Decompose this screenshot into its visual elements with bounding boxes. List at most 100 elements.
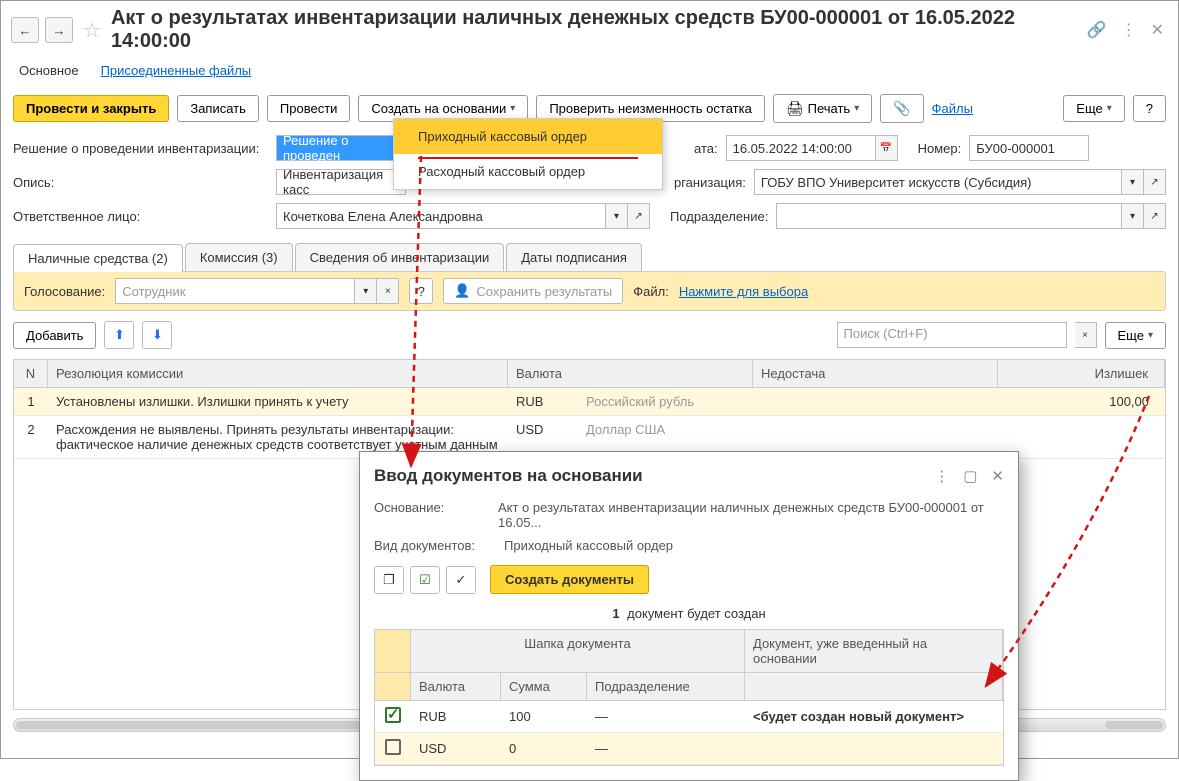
date-picker-icon[interactable]: 📅 bbox=[876, 135, 898, 161]
move-up-button[interactable]: ⬆ bbox=[104, 321, 134, 349]
org-select-icon[interactable]: ▾ bbox=[1122, 169, 1144, 195]
post-button[interactable]: Провести bbox=[267, 95, 351, 122]
cell-sum: 100 bbox=[501, 703, 587, 730]
inventory-label: Опись: bbox=[13, 175, 268, 190]
org-label: рганизация: bbox=[674, 175, 746, 190]
cell-short bbox=[753, 388, 998, 415]
help-button[interactable]: ? bbox=[1133, 95, 1166, 122]
dialog-title: Ввод документов на основании bbox=[374, 466, 934, 486]
table-search-input[interactable]: Поиск (Ctrl+F) bbox=[837, 322, 1067, 348]
files-link[interactable]: Файлы bbox=[932, 101, 973, 116]
org-input[interactable]: ГОБУ ВПО Университет искусств (Субсидия) bbox=[754, 169, 1122, 195]
check-all-button[interactable]: ☑ bbox=[410, 566, 440, 594]
dialog-maximize-icon[interactable]: ▢ bbox=[963, 467, 977, 485]
cell-doc: <будет создан новый документ> bbox=[745, 703, 1003, 730]
cell-res: Установлены излишки. Излишки принять к у… bbox=[48, 388, 508, 415]
col-department: Подразделение bbox=[587, 673, 745, 700]
doc-count: 1 bbox=[612, 606, 619, 621]
resp-label: Ответственное лицо: bbox=[13, 209, 268, 224]
col-n: N bbox=[14, 360, 48, 387]
date-input[interactable]: 16.05.2022 14:00:00 bbox=[726, 135, 876, 161]
resp-open-icon[interactable]: ↗ bbox=[628, 203, 650, 229]
number-input[interactable]: БУ00-000001 bbox=[969, 135, 1089, 161]
dialog-close-icon[interactable]: ✕ bbox=[991, 467, 1004, 485]
resp-input[interactable]: Кочеткова Елена Александровна bbox=[276, 203, 606, 229]
col-doc2 bbox=[745, 673, 1003, 700]
tab-sign-dates[interactable]: Даты подписания bbox=[506, 243, 642, 271]
attach-button[interactable] bbox=[880, 94, 923, 123]
save-results-button[interactable]: 👤 Сохранить результаты bbox=[443, 278, 623, 304]
page-title: Акт о результатах инвентаризации наличны… bbox=[111, 7, 1081, 53]
link-icon[interactable]: 🔗 bbox=[1087, 20, 1107, 40]
dialog-row[interactable]: USD 0 — bbox=[375, 733, 1003, 765]
menu-item-expense-order[interactable]: Расходный кассовый ордер bbox=[394, 154, 662, 189]
nav-forward-button[interactable]: → bbox=[45, 17, 73, 43]
print-button[interactable]: Печать bbox=[773, 94, 872, 123]
dept-input[interactable] bbox=[776, 203, 1122, 229]
col-resolution: Резолюция комиссии bbox=[48, 360, 508, 387]
vote-help-button[interactable]: ? bbox=[409, 278, 433, 304]
cell-surplus bbox=[998, 416, 1165, 458]
tab-cash[interactable]: Наличные средства (2) bbox=[13, 244, 183, 272]
search-clear-icon[interactable]: × bbox=[1075, 322, 1097, 348]
dept-label: Подразделение: bbox=[670, 209, 768, 224]
add-row-button[interactable]: Добавить bbox=[13, 322, 96, 349]
more-button[interactable]: Еще bbox=[1063, 95, 1124, 122]
col-check2 bbox=[375, 673, 411, 700]
dialog-table: Шапка документа Документ, уже введенный … bbox=[374, 629, 1004, 766]
table-row[interactable]: 1 Установлены излишки. Излишки принять к… bbox=[14, 388, 1165, 416]
row-checkbox[interactable] bbox=[385, 739, 401, 755]
vote-select-icon[interactable]: ▾ bbox=[355, 278, 377, 304]
tab-info[interactable]: Сведения об инвентаризации bbox=[295, 243, 505, 271]
post-and-close-button[interactable]: Провести и закрыть bbox=[13, 95, 169, 122]
print-label: Печать bbox=[808, 101, 851, 116]
table-more-button[interactable]: Еще bbox=[1105, 322, 1166, 349]
col-currency: Валюта bbox=[508, 360, 753, 387]
cell-n: 2 bbox=[14, 416, 48, 458]
date-label: ата: bbox=[694, 141, 718, 156]
col-check bbox=[375, 630, 411, 672]
annotation-underline bbox=[418, 157, 638, 159]
file-label: Файл: bbox=[633, 284, 669, 299]
cell-n: 1 bbox=[14, 388, 48, 415]
file-choose-link[interactable]: Нажмите для выбора bbox=[679, 284, 808, 299]
number-label: Номер: bbox=[918, 141, 962, 156]
org-open-icon[interactable]: ↗ bbox=[1144, 169, 1166, 195]
cell-dep: — bbox=[587, 735, 745, 762]
vote-employee-input[interactable]: Сотрудник bbox=[115, 278, 355, 304]
kebab-menu-icon[interactable]: ⋮ bbox=[1121, 20, 1137, 40]
create-docs-dialog: Ввод документов на основании ⋮ ▢ ✕ Основ… bbox=[359, 451, 1019, 781]
dialog-row[interactable]: RUB 100 — <будет создан новый документ> bbox=[375, 701, 1003, 733]
favorite-star-icon[interactable]: ☆ bbox=[83, 18, 101, 43]
copy-icon-button[interactable]: ❐ bbox=[374, 566, 404, 594]
col-surplus: Излишек bbox=[998, 360, 1165, 387]
col-doc-header: Шапка документа bbox=[411, 630, 745, 672]
inventory-input[interactable]: Инвентаризация касс bbox=[276, 169, 406, 195]
dept-open-icon[interactable]: ↗ bbox=[1144, 203, 1166, 229]
save-button[interactable]: Записать bbox=[177, 95, 259, 122]
doc-count-text: документ будет создан bbox=[627, 606, 766, 621]
tab-main[interactable]: Основное bbox=[19, 63, 79, 78]
col-existing-doc: Документ, уже введенный на основании bbox=[745, 630, 1003, 672]
cell-dep: — bbox=[587, 703, 745, 730]
resp-select-icon[interactable]: ▾ bbox=[606, 203, 628, 229]
move-down-button[interactable]: ⬇ bbox=[142, 321, 172, 349]
vote-clear-icon[interactable]: × bbox=[377, 278, 399, 304]
decision-label: Решение о проведении инвентаризации: bbox=[13, 141, 268, 156]
col-sum: Сумма bbox=[501, 673, 587, 700]
uncheck-all-button[interactable]: ✓ bbox=[446, 566, 476, 594]
col-shortage: Недостача bbox=[753, 360, 998, 387]
basis-value: Акт о результатах инвентаризации наличны… bbox=[498, 500, 1004, 530]
menu-item-income-order[interactable]: Приходный кассовый ордер bbox=[394, 119, 662, 154]
row-checkbox[interactable] bbox=[385, 707, 401, 723]
tab-commission[interactable]: Комиссия (3) bbox=[185, 243, 293, 271]
create-documents-button[interactable]: Создать документы bbox=[490, 565, 649, 594]
nav-back-button[interactable]: ← bbox=[11, 17, 39, 43]
close-icon[interactable]: ✕ bbox=[1151, 20, 1164, 40]
save-results-label: Сохранить результаты bbox=[476, 284, 612, 299]
cell-cur: RUB bbox=[411, 703, 501, 730]
dialog-kebab-icon[interactable]: ⋮ bbox=[934, 467, 949, 485]
decision-input[interactable]: Решение о проведен bbox=[276, 135, 406, 161]
tab-attachments[interactable]: Присоединенные файлы bbox=[101, 63, 252, 78]
dept-select-icon[interactable]: ▾ bbox=[1122, 203, 1144, 229]
